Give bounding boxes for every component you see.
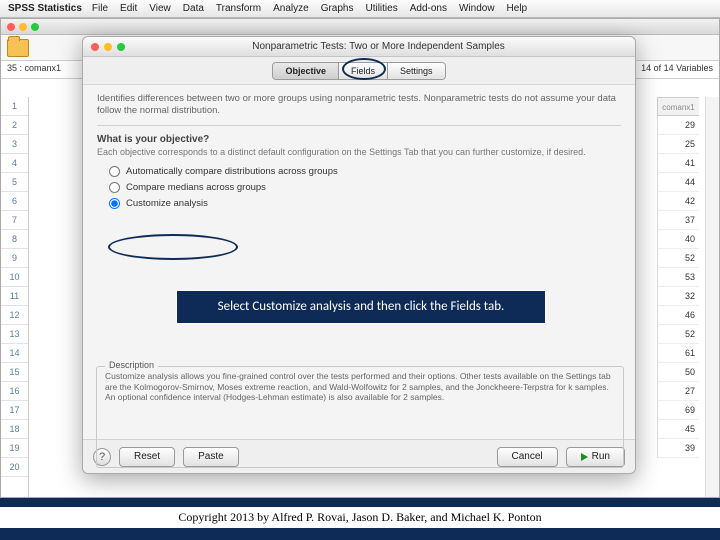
vertical-scrollbar[interactable] xyxy=(705,97,719,497)
option-label: Customize analysis xyxy=(126,198,208,209)
cell[interactable]: 40 xyxy=(657,230,699,249)
minimize-icon[interactable] xyxy=(19,23,27,31)
close-icon[interactable] xyxy=(7,23,15,31)
cell-ref: 35 : comanx1 xyxy=(7,63,61,76)
cell[interactable]: 29 xyxy=(657,116,699,135)
instruction-callout: Select Customize analysis and then click… xyxy=(176,290,546,324)
cell[interactable]: 52 xyxy=(657,325,699,344)
row-header[interactable]: 1 xyxy=(1,97,28,116)
cell[interactable]: 37 xyxy=(657,211,699,230)
row-header[interactable]: 19 xyxy=(1,439,28,458)
radio-compare-medians[interactable] xyxy=(109,182,120,193)
row-header[interactable]: 7 xyxy=(1,211,28,230)
cell[interactable]: 53 xyxy=(657,268,699,287)
menu-graphs[interactable]: Graphs xyxy=(321,3,354,14)
dialog-title: Nonparametric Tests: Two or More Indepen… xyxy=(130,41,627,52)
var-count: 14 of 14 Variables xyxy=(641,63,713,76)
cell[interactable]: 44 xyxy=(657,173,699,192)
app-name: SPSS Statistics xyxy=(8,3,82,14)
tab-fields[interactable]: Fields xyxy=(339,63,388,79)
cell[interactable]: 42 xyxy=(657,192,699,211)
copyright-footer: Copyright 2013 by Alfred P. Rovai, Jason… xyxy=(0,507,720,528)
objective-heading: What is your objective? xyxy=(97,134,621,145)
row-header[interactable]: 12 xyxy=(1,306,28,325)
row-headers: 1 2 3 4 5 6 7 8 9 10 11 12 13 14 15 16 1… xyxy=(1,97,29,497)
row-header[interactable]: 3 xyxy=(1,135,28,154)
option-label: Compare medians across groups xyxy=(126,182,266,193)
cell[interactable]: 39 xyxy=(657,439,699,458)
row-header[interactable]: 14 xyxy=(1,344,28,363)
radio-auto-compare[interactable] xyxy=(109,166,120,177)
row-header[interactable]: 4 xyxy=(1,154,28,173)
row-header[interactable]: 2 xyxy=(1,116,28,135)
row-header[interactable]: 13 xyxy=(1,325,28,344)
tab-segment: Objective Fields Settings xyxy=(272,62,445,80)
row-header[interactable]: 17 xyxy=(1,401,28,420)
row-header[interactable]: 10 xyxy=(1,268,28,287)
mac-menubar: SPSS Statistics File Edit View Data Tran… xyxy=(0,0,720,18)
row-header[interactable]: 16 xyxy=(1,382,28,401)
row-header[interactable]: 5 xyxy=(1,173,28,192)
option-customize-analysis[interactable]: Customize analysis xyxy=(109,198,621,209)
zoom-icon[interactable] xyxy=(117,43,125,51)
menu-addons[interactable]: Add-ons xyxy=(410,3,447,14)
objective-subtext: Each objective corresponds to a distinct… xyxy=(97,147,621,158)
cell[interactable]: 45 xyxy=(657,420,699,439)
cell[interactable]: 50 xyxy=(657,363,699,382)
menu-edit[interactable]: Edit xyxy=(120,3,137,14)
cell[interactable]: 27 xyxy=(657,382,699,401)
row-header[interactable]: 20 xyxy=(1,458,28,477)
option-compare-medians[interactable]: Compare medians across groups xyxy=(109,182,621,193)
dialog-tab-bar: Objective Fields Settings xyxy=(83,57,635,85)
cell[interactable]: 52 xyxy=(657,249,699,268)
menu-analyze[interactable]: Analyze xyxy=(273,3,309,14)
row-header[interactable]: 6 xyxy=(1,192,28,211)
menu-transform[interactable]: Transform xyxy=(216,3,261,14)
menu-window[interactable]: Window xyxy=(459,3,495,14)
cell[interactable]: 69 xyxy=(657,401,699,420)
row-header[interactable]: 9 xyxy=(1,249,28,268)
radio-customize-analysis[interactable] xyxy=(109,198,120,209)
divider xyxy=(97,125,621,126)
cell[interactable]: 41 xyxy=(657,154,699,173)
description-groupbox: Customize analysis allows you fine-grain… xyxy=(96,366,624,468)
close-icon[interactable] xyxy=(91,43,99,51)
zoom-icon[interactable] xyxy=(31,23,39,31)
row-header[interactable]: 11 xyxy=(1,287,28,306)
open-file-icon[interactable] xyxy=(7,39,29,57)
cell[interactable]: 32 xyxy=(657,287,699,306)
column-header[interactable]: comanx1 xyxy=(657,97,699,116)
menu-utilities[interactable]: Utilities xyxy=(365,3,397,14)
visible-data-column: comanx1 29 25 41 44 42 37 40 52 53 32 46… xyxy=(657,97,699,458)
tab-settings[interactable]: Settings xyxy=(388,63,445,79)
option-auto-compare[interactable]: Automatically compare distributions acro… xyxy=(109,166,621,177)
menu-help[interactable]: Help xyxy=(507,3,528,14)
cell[interactable]: 61 xyxy=(657,344,699,363)
dialog-titlebar: Nonparametric Tests: Two or More Indepen… xyxy=(83,37,635,57)
minimize-icon[interactable] xyxy=(104,43,112,51)
row-header[interactable]: 18 xyxy=(1,420,28,439)
data-editor-titlebar xyxy=(1,19,719,35)
menu-view[interactable]: View xyxy=(149,3,171,14)
menu-file[interactable]: File xyxy=(92,3,108,14)
row-header[interactable]: 8 xyxy=(1,230,28,249)
cell[interactable]: 25 xyxy=(657,135,699,154)
row-header[interactable]: 15 xyxy=(1,363,28,382)
tab-objective[interactable]: Objective xyxy=(273,63,339,79)
intro-text: Identifies differences between two or mo… xyxy=(97,93,621,117)
option-label: Automatically compare distributions acro… xyxy=(126,166,338,177)
menu-data[interactable]: Data xyxy=(183,3,204,14)
description-text: Customize analysis allows you fine-grain… xyxy=(105,371,615,403)
cell[interactable]: 46 xyxy=(657,306,699,325)
